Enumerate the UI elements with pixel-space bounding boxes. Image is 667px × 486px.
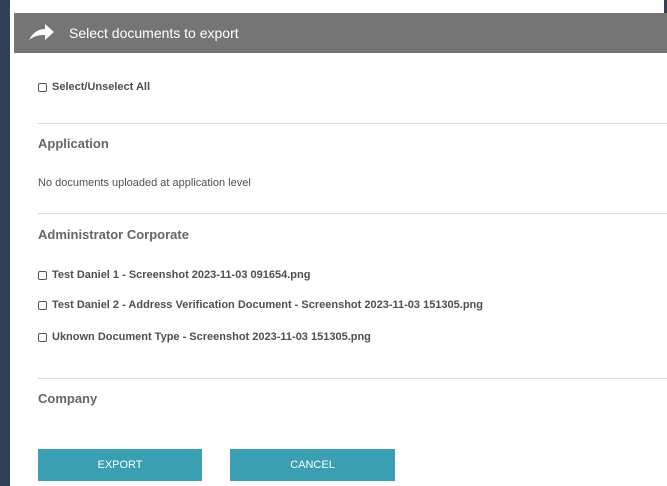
section-divider-3	[38, 378, 667, 379]
company-section-title: Company	[38, 391, 98, 406]
application-empty-message: No documents uploaded at application lev…	[38, 177, 251, 189]
document-option-2[interactable]: Test Daniel 2 - Address Verification Doc…	[38, 297, 483, 313]
document-option-1[interactable]: Test Daniel 1 - Screenshot 2023-11-03 09…	[38, 267, 310, 283]
application-section-title: Application	[38, 136, 109, 151]
cancel-button[interactable]: CANCEL	[230, 449, 395, 481]
export-button[interactable]: EXPORT	[38, 449, 202, 481]
dialog-header: Select documents to export	[14, 13, 667, 53]
document-checkbox-2[interactable]	[38, 300, 47, 310]
document-label-3: Uknown Document Type - Screenshot 2023-1…	[52, 331, 371, 343]
screenshot-frame: Select documents to export Select/Unsele…	[0, 0, 667, 486]
document-option-3[interactable]: Uknown Document Type - Screenshot 2023-1…	[38, 329, 371, 345]
document-label-1: Test Daniel 1 - Screenshot 2023-11-03 09…	[52, 269, 311, 281]
document-checkbox-1[interactable]	[38, 270, 47, 280]
document-checkbox-3[interactable]	[38, 332, 47, 342]
select-all-checkbox[interactable]	[38, 82, 47, 92]
document-label-2: Test Daniel 2 - Address Verification Doc…	[52, 299, 483, 311]
export-documents-dialog: Select documents to export Select/Unsele…	[14, 13, 667, 486]
section-divider-2	[38, 213, 667, 214]
dialog-title: Select documents to export	[69, 25, 239, 41]
select-all-label: Select/Unselect All	[52, 81, 151, 93]
administrator-corporate-section-title: Administrator Corporate	[38, 227, 189, 242]
background-left-rail	[0, 0, 10, 486]
section-divider-1	[38, 123, 667, 124]
forward-arrow-icon	[29, 24, 54, 40]
select-all-option[interactable]: Select/Unselect All	[38, 79, 150, 95]
